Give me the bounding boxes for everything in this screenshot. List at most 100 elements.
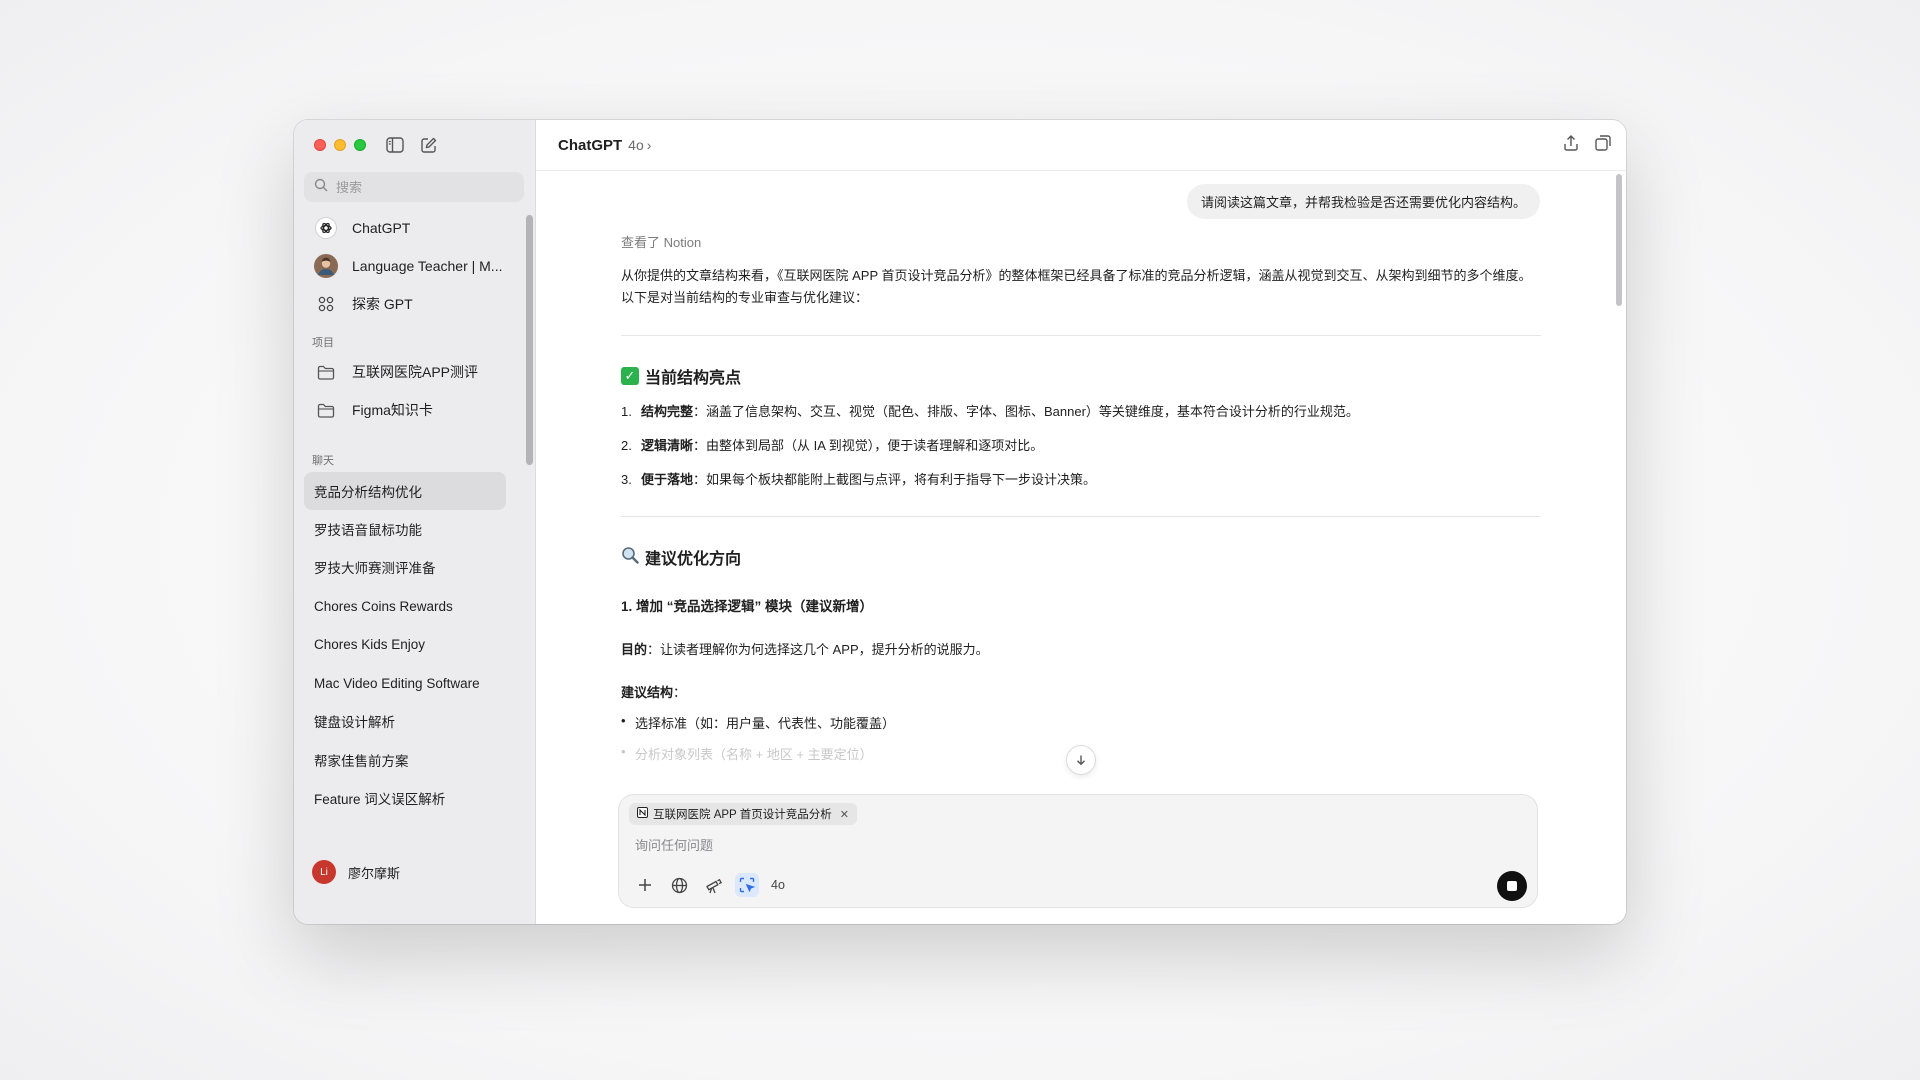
bullet-text: 选择标准（如：用户量、代表性、功能覆盖） (635, 716, 896, 731)
bullet-dot: • (621, 744, 626, 759)
attachment-label: 互联网医院 APP 首页设计竞品分析 (653, 809, 832, 821)
user-message-bubble: 请阅读这篇文章，并帮我检验是否还需要优化内容结构。 (1186, 184, 1540, 219)
message-input[interactable] (633, 837, 1337, 854)
list-bold: 便于落地 (641, 472, 694, 487)
intro-paragraph: 从你提供的文章结构来看，《互联网医院 APP 首页设计竞品分析》的整体框架已经具… (621, 268, 1532, 305)
search-icon (314, 178, 328, 197)
list-number: 3. (621, 472, 632, 487)
check-icon: ✓ (621, 367, 639, 385)
structure-line: 建议结构： (621, 682, 1541, 701)
gpt-avatar-icon (314, 254, 338, 278)
purpose-text: ：让读者理解你为何选择这几个 APP，提升分析的说服力。 (647, 642, 989, 657)
attachment-chip[interactable]: 互联网医院 APP 首页设计竞品分析 ✕ (629, 803, 857, 825)
chat-item[interactable]: 帮家佳售前方案 (304, 741, 506, 779)
openai-icon (314, 216, 338, 240)
project-item[interactable]: Figma知识卡 (304, 392, 514, 428)
sidebar-item-label: ChatGPT (352, 220, 411, 236)
chat-item[interactable]: Feature 词义误区解析 (304, 779, 506, 817)
sidebar-item-chatgpt[interactable]: ChatGPT (304, 210, 514, 246)
notion-icon (637, 807, 648, 821)
share-icon[interactable] (1562, 134, 1580, 157)
stop-icon (1507, 881, 1517, 891)
user-name: 廖尔摩斯 (348, 865, 401, 881)
window-controls (314, 139, 366, 151)
screen-select-icon[interactable] (735, 873, 759, 897)
app-title: ChatGPT (558, 136, 623, 154)
list-text: ：由整体到局部（从 IA 到视觉），便于读者理解和逐项对比。 (693, 438, 1044, 453)
search-box[interactable] (304, 172, 524, 202)
main-scrollbar[interactable] (1616, 174, 1622, 306)
avatar: Li (312, 860, 336, 884)
user-profile[interactable]: Li 廖尔摩斯 (312, 860, 400, 884)
magnifier-icon (621, 546, 639, 569)
list-text: ：如果每个板块都能附上截图与点评，将有利于指导下一步设计决策。 (693, 472, 1097, 487)
assistant-response: 查看了 Notion 从你提供的文章结构来看，《互联网医院 APP 首页设计竞品… (621, 232, 1541, 763)
sidebar: ChatGPT Language Teacher | M... 探索 GPT 项… (294, 120, 536, 924)
divider (621, 335, 1541, 336)
composer-tools: 4o (633, 873, 785, 897)
chevron-right-icon[interactable]: › (647, 137, 652, 153)
stop-button[interactable] (1497, 871, 1527, 901)
purpose-label: 目的 (621, 642, 648, 657)
sidebar-item-language-teacher[interactable]: Language Teacher | M... (304, 248, 514, 284)
chat-item[interactable]: Chores Kids Enjoy (304, 625, 506, 663)
sidebar-scrollbar[interactable] (526, 215, 533, 465)
section-heading-highlights: ✓ 当前结构亮点 (621, 364, 1541, 388)
list-bold: 逻辑清晰 (641, 438, 694, 453)
globe-icon[interactable] (667, 873, 691, 897)
model-selector[interactable]: 4o (628, 137, 644, 153)
list-number: 1. (621, 404, 632, 419)
sidebar-item-label: Language Teacher | M... (352, 258, 503, 274)
zoom-window-button[interactable] (354, 139, 366, 151)
list-bold: 结构完整 (641, 404, 694, 419)
list-number: 2. (621, 438, 632, 453)
sidebar-item-explore-gpt[interactable]: 探索 GPT (304, 286, 514, 322)
structure-colon: ： (673, 685, 687, 700)
top-actions (1562, 134, 1612, 157)
app-window: ChatGPT Language Teacher | M... 探索 GPT 项… (294, 120, 1626, 924)
close-window-button[interactable] (314, 139, 326, 151)
new-window-icon[interactable] (1594, 134, 1612, 157)
list-item: 1. 结构完整：涵盖了信息架构、交互、视觉（配色、排版、字体、图标、Banner… (621, 402, 1541, 422)
purpose-line: 目的：让读者理解你为何选择这几个 APP，提升分析的说服力。 (621, 639, 1541, 658)
list-item: 2. 逻辑清晰：由整体到局部（从 IA 到视觉），便于读者理解和逐项对比。 (621, 436, 1541, 456)
search-input[interactable] (334, 178, 518, 196)
main-panel: ChatGPT 4o › 请阅读这篇文章，并帮我检验是否还需要优化内容结构。 查… (536, 120, 1626, 924)
project-label: Figma知识卡 (352, 402, 433, 418)
list-text: ：涵盖了信息架构、交互、视觉（配色、排版、字体、图标、Banner）等关键维度，… (693, 404, 1359, 419)
chat-item[interactable]: 键盘设计解析 (304, 702, 506, 740)
chat-item[interactable]: Mac Video Editing Software (304, 664, 506, 702)
section-heading-suggestions: 建议优化方向 (621, 545, 1541, 569)
sidebar-item-label: 探索 GPT (352, 296, 413, 312)
sidebar-toggle-icon[interactable] (384, 134, 406, 156)
chat-item[interactable]: 罗技语音鼠标功能 (304, 510, 506, 548)
subsection-title: 1. 增加 “竞品选择逻辑” 模块（建议新增） (621, 599, 874, 614)
tool-note[interactable]: 查看了 Notion (621, 232, 1541, 251)
chat-item-active[interactable]: 竞品分析结构优化 (304, 472, 506, 510)
scroll-down-button[interactable] (1066, 745, 1096, 775)
new-chat-icon[interactable] (418, 134, 440, 156)
section-title: 建议优化方向 (645, 551, 742, 568)
folder-icon (314, 398, 338, 422)
model-chip[interactable]: 4o (771, 878, 785, 892)
chat-item[interactable]: 罗技大师赛测评准备 (304, 548, 506, 586)
project-label: 互联网医院APP测评 (352, 364, 479, 380)
structure-label: 建议结构 (621, 685, 674, 700)
grid-icon (314, 292, 338, 316)
top-bar: ChatGPT 4o › (536, 120, 1626, 171)
bullet-item: • 选择标准（如：用户量、代表性、功能覆盖） (621, 713, 1541, 732)
bullet-dot: • (621, 713, 626, 728)
chats-section-label: 聊天 (312, 455, 334, 467)
divider (621, 516, 1541, 517)
list-item: 3. 便于落地：如果每个板块都能附上截图与点评，将有利于指导下一步设计决策。 (621, 470, 1541, 490)
projects-section-label: 项目 (312, 337, 334, 349)
remove-attachment-icon[interactable]: ✕ (840, 808, 849, 821)
composer: 互联网医院 APP 首页设计竞品分析 ✕ 4o (618, 794, 1538, 908)
section-title: 当前结构亮点 (645, 370, 742, 387)
project-item[interactable]: 互联网医院APP测评 (304, 354, 514, 390)
chat-item[interactable]: Chores Coins Rewards (304, 587, 506, 625)
bullet-text: 分析对象列表（名称 + 地区 + 主要定位） (635, 747, 873, 762)
minimize-window-button[interactable] (334, 139, 346, 151)
plus-icon[interactable] (633, 873, 657, 897)
telescope-icon[interactable] (701, 873, 725, 897)
